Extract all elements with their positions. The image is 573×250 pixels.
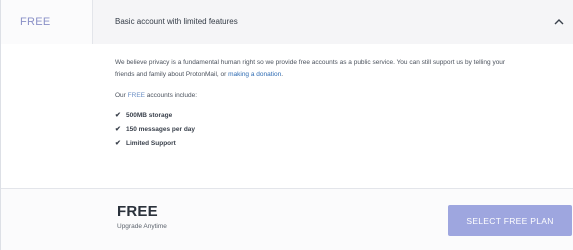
footer-plan-subtitle: Upgrade Anytime [117,223,167,230]
feature-support: ✔ Limited Support [115,137,515,151]
includes-heading: Our FREE accounts include: [115,90,515,102]
feature-messages: ✔ 150 messages per day [115,123,515,137]
chevron-up-icon[interactable] [553,16,565,28]
includes-free: FREE [127,92,145,99]
donation-link[interactable]: making a donation [228,71,281,78]
intro-text: We believe privacy is a fundamental huma… [115,59,506,78]
plan-description: We believe privacy is a fundamental huma… [115,57,515,151]
plan-footer: FREE Upgrade Anytime SELECT FREE PLAN [1,188,573,250]
select-free-plan-button[interactable]: SELECT FREE PLAN [448,205,572,236]
feature-label: 150 messages per day [126,126,196,133]
feature-label: Limited Support [126,140,176,147]
plan-header[interactable]: FREE Basic account with limited features [1,0,573,44]
checkmark-icon: ✔ [115,140,121,147]
plan-summary: Basic account with limited features [93,0,573,44]
feature-label: 500MB storage [126,112,173,119]
feature-storage: ✔ 500MB storage [115,109,515,123]
includes-suffix: accounts include: [145,92,198,99]
intro-paragraph: We believe privacy is a fundamental huma… [115,57,515,81]
plan-name: FREE [20,15,51,28]
includes-prefix: Our [115,92,128,99]
checkmark-icon: ✔ [115,126,121,133]
intro-end: . [281,71,284,78]
free-plan-panel: FREE Basic account with limited features… [0,0,573,250]
checkmark-icon: ✔ [115,112,121,119]
plan-name-cell: FREE [1,0,93,44]
footer-plan-title: FREE [117,203,158,220]
feature-list: ✔ 500MB storage ✔ 150 messages per day ✔… [115,109,515,151]
plan-details: We believe privacy is a fundamental huma… [1,44,573,188]
